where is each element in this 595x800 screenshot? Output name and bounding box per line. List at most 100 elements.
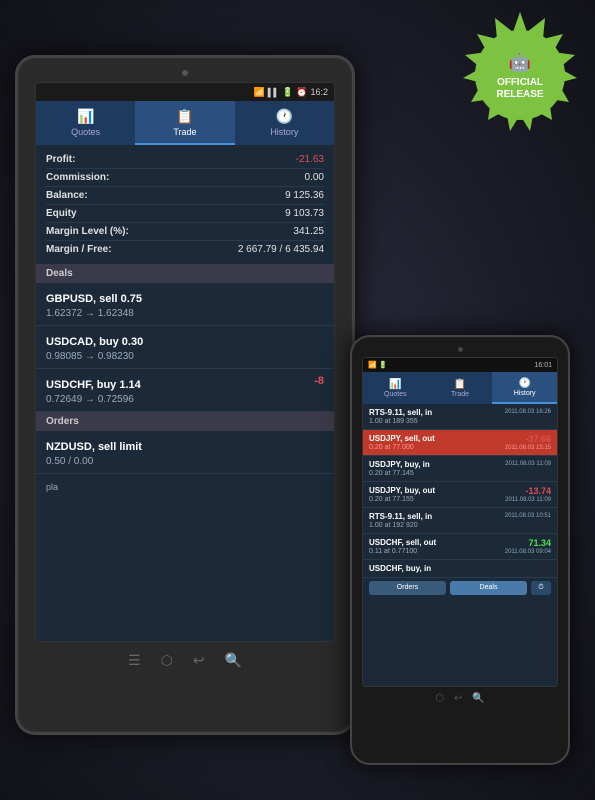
phone-item-5: RTS-9.11, sell, in 1.00 at 192 920 2011.… [363,508,557,534]
margin-level-value: 341.25 [293,226,324,237]
phone-item-6-value: 71.34 [505,538,551,548]
phone-item-2-date: 2011.08.03 15:15 [505,445,551,451]
tablet-home-btn[interactable]: ⬡ [161,652,173,669]
tab-trade[interactable]: 📋 Trade [135,101,234,145]
phone-item-6-left: USDCHF, sell, out 0.11 at 0.77100 [369,538,436,555]
phone-orders-btn[interactable]: Orders [369,581,446,595]
phone-item-3-date: 2011.08.03 11:09 [505,461,551,467]
deal-item-2: USDCAD, buy 0.30 0.98085 → 0.98230 [36,326,334,369]
tab-quotes[interactable]: 📊 Quotes [36,101,135,145]
deal-2-sub: 0.98085 → 0.98230 [46,351,324,362]
tablet-status-bar: 📶 ▌▌ 🔋 ⏰ 16:2 [36,83,334,101]
commission-label: Commission: [46,172,109,183]
time-display: 16:2 [310,87,328,97]
equity-value: 9 103.73 [285,208,324,219]
tablet-device: 📶 ▌▌ 🔋 ⏰ 16:2 📊 Quotes 📋 Trade 🕐 History [15,55,355,735]
phone-item-4-date: 2011.08.03 11:09 [505,497,551,503]
phone-item-4-left: USDJPY, buy, out 0.20 at 77.155 [369,486,435,503]
tab-trade-label: Trade [173,127,196,137]
phone-item-1: RTS-9.11, sell, in 1.00 at 189 355 2011.… [363,404,557,430]
equity-row: Equity 9 103.73 [46,205,324,223]
commission-row: Commission: 0.00 [46,169,324,187]
svg-text:🤖: 🤖 [509,51,531,72]
placeholder-label: pla [46,482,58,492]
phone-back-btn[interactable]: ↩ [454,693,462,704]
phone-bottom-bar: Orders Deals ⏱ [363,578,557,598]
phone-status-bar: 📶 🔋 16:01 [363,358,557,372]
margin-free-value: 2 667.79 / 6 435.94 [238,244,324,255]
phone-tab-quotes[interactable]: 📊 Quotes [363,372,428,404]
order-1-title: NZDUSD, sell limit [46,441,142,453]
tablet-back-btn[interactable]: ↩ [193,652,205,669]
tablet-status-icons: 📶 ▌▌ 🔋 ⏰ 16:2 [253,87,328,98]
phone-clock-btn[interactable]: ⏱ [531,581,551,595]
phone-item-1-right: 2011.08.03 16:26 [505,408,551,415]
phone-item-6-title: USDCHF, sell, out [369,538,436,547]
deal-item-1: GBPUSD, sell 0.75 1.62372 → 1.62348 [36,283,334,326]
trade-icon: 📋 [176,108,193,125]
phone-item-6: USDCHF, sell, out 0.11 at 0.77100 71.34 … [363,534,557,560]
tablet-menu-btn[interactable]: ☰ [128,652,141,669]
phone-item-4-title: USDJPY, buy, out [369,486,435,495]
phone-history-icon: 🕐 [518,378,530,389]
phone-item-2-right: -37.66 2011.08.03 15:15 [505,434,551,451]
phone-item-4-value: -13.74 [505,486,551,496]
phone-home-btn[interactable]: ⬡ [435,693,444,704]
phone-search-btn[interactable]: 🔍 [472,693,484,704]
phone-item-5-sub: 1.00 at 192 920 [369,522,432,529]
balance-value: 9 125.36 [285,190,324,201]
phone-item-2-title: USDJPY, sell, out [369,434,435,443]
phone-item-2: USDJPY, sell, out 0.20 at 77.000 -37.66 … [363,430,557,456]
margin-level-label: Margin Level (%): [46,226,129,237]
phone-item-6-right: 71.34 2011.08.03 09:04 [505,538,551,555]
phone-screen: 📶 🔋 16:01 📊 Quotes 📋 Trade 🕐 History [362,357,558,687]
phone-item-4: USDJPY, buy, out 0.20 at 77.155 -13.74 2… [363,482,557,508]
balance-label: Balance: [46,190,88,201]
phone-tab-history-label: History [514,390,536,397]
phone-item-7-left: USDCHF, buy, in [369,564,431,573]
phone-item-1-title: RTS-9.11, sell, in [369,408,432,417]
phone-tab-history[interactable]: 🕐 History [492,372,557,404]
phone-item-5-title: RTS-9.11, sell, in [369,512,432,521]
tab-history-label: History [270,127,298,137]
phone-tab-quotes-label: Quotes [384,391,407,398]
svg-text:RELEASE: RELEASE [496,89,544,100]
history-icon: 🕐 [276,108,293,125]
official-release-badge: 🤖 OFFICIAL RELEASE [455,10,585,140]
placeholder-text: pla [36,474,334,500]
phone-deals-btn[interactable]: Deals [450,581,527,595]
equity-label: Equity [46,208,77,219]
balance-row: Balance: 9 125.36 [46,187,324,205]
deal-item-3: -8 USDCHF, buy 1.14 0.72649 → 0.72596 [36,369,334,412]
phone-hardware-buttons: ⬡ ↩ 🔍 [435,693,485,704]
phone-device: 📶 🔋 16:01 📊 Quotes 📋 Trade 🕐 History [350,335,570,765]
tablet-screen: 📶 ▌▌ 🔋 ⏰ 16:2 📊 Quotes 📋 Trade 🕐 History [35,82,335,642]
tab-history[interactable]: 🕐 History [235,101,334,145]
phone-item-4-right: -13.74 2011.08.03 11:09 [505,486,551,503]
phone-trade-icon: 📋 [454,379,466,390]
phone-item-7: USDCHF, buy, in [363,560,557,578]
phone-item-4-sub: 0.20 at 77.155 [369,496,435,503]
commission-value: 0.00 [305,172,324,183]
order-1-sub: 0.50 / 0.00 [46,456,324,467]
phone-item-6-date: 2011.08.03 09:04 [505,549,551,555]
phone-tab-trade[interactable]: 📋 Trade [428,372,493,404]
margin-free-row: Margin / Free: 2 667.79 / 6 435.94 [46,241,324,258]
phone-tab-trade-label: Trade [451,391,469,398]
deal-1-title: GBPUSD, sell 0.75 [46,293,142,305]
phone-item-3-sub: 0.20 at 77.145 [369,470,430,477]
tablet-hardware-buttons: ☰ ⬡ ↩ 🔍 [128,652,242,669]
phone-item-7-title: USDCHF, buy, in [369,564,431,573]
order-item-1: NZDUSD, sell limit 0.50 / 0.00 [36,431,334,474]
wifi-icon: 📶 [253,87,264,98]
phone-item-1-sub: 1.00 at 189 355 [369,418,432,425]
phone-camera [458,347,463,352]
phone-quotes-icon: 📊 [389,379,401,390]
phone-item-3-left: USDJPY, buy, in 0.20 at 77.145 [369,460,430,477]
svg-text:OFFICIAL: OFFICIAL [497,77,543,88]
tablet-search-btn[interactable]: 🔍 [225,652,242,669]
deals-header-label: Deals [46,268,73,279]
deal-3-value: -8 [314,375,324,387]
phone-history-list: RTS-9.11, sell, in 1.00 at 189 355 2011.… [363,404,557,578]
phone-item-1-date: 2011.08.03 16:26 [505,409,551,415]
